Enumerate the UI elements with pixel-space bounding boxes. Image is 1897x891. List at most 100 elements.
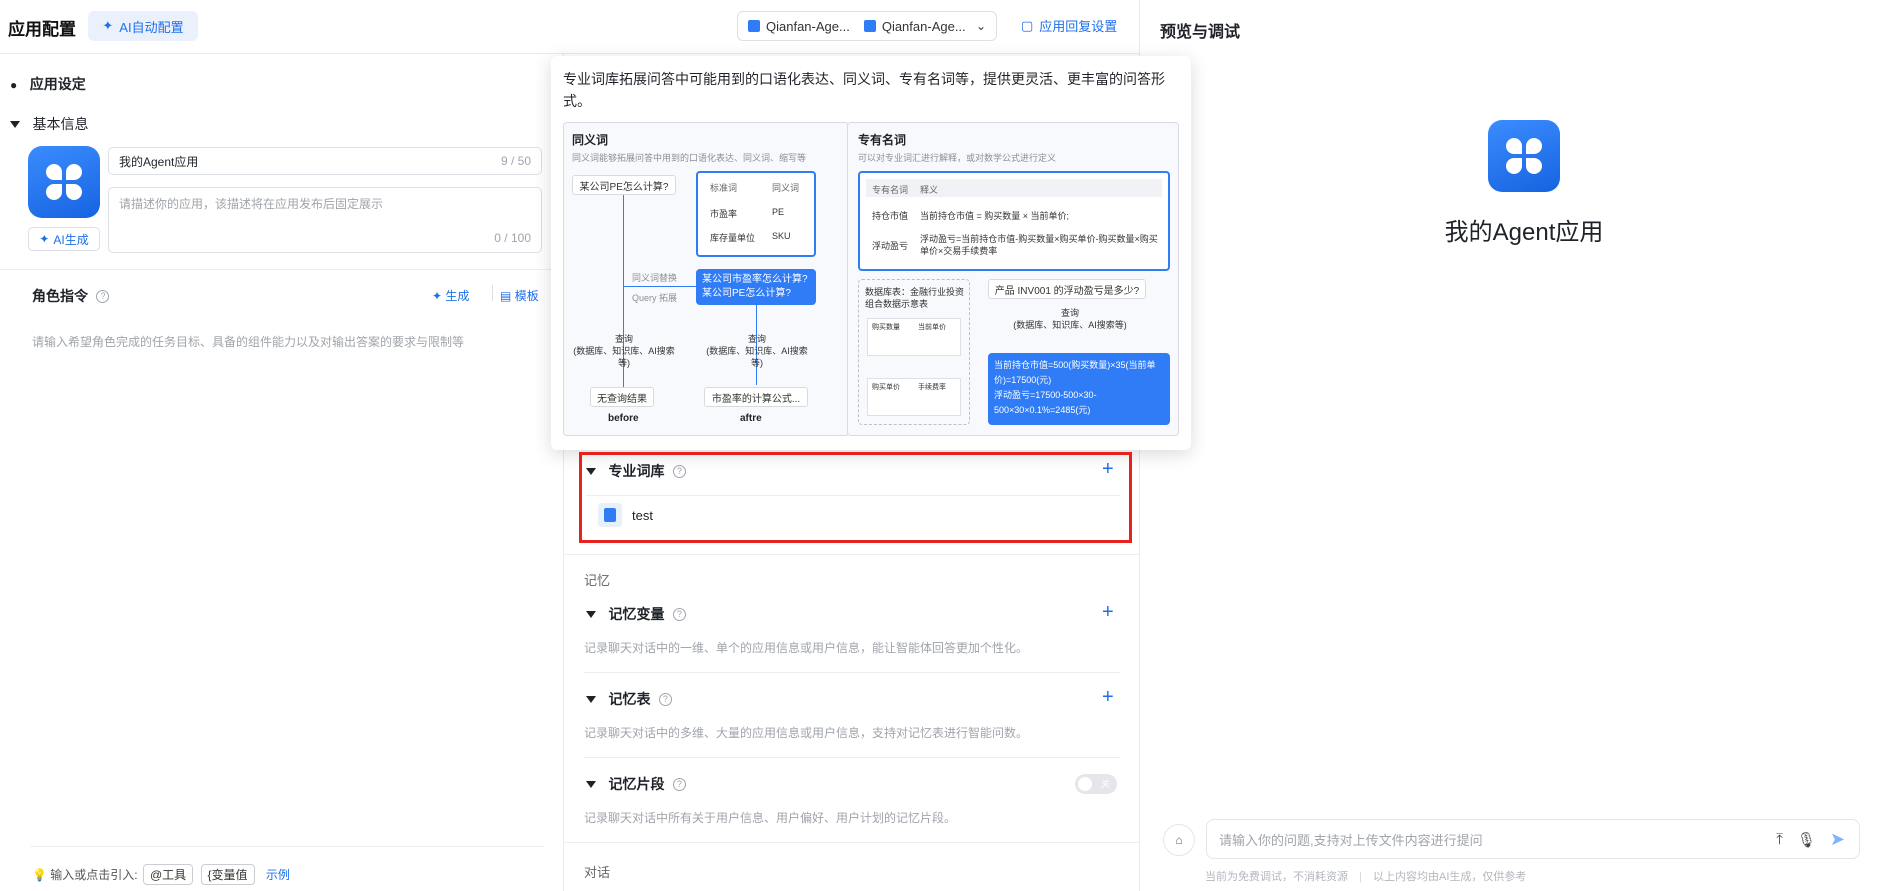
- ai-auto-config-label: AI自动配置: [119, 19, 184, 35]
- sparkle-icon: ✦: [39, 232, 50, 246]
- synonyms-title: 同义词: [572, 133, 609, 147]
- tool-chip[interactable]: @工具: [142, 864, 194, 885]
- collapse-triangle-icon: [586, 696, 596, 704]
- lightbulb-icon: 💡: [32, 868, 47, 882]
- clover-logo-icon: [46, 164, 82, 200]
- memory-snippet-title: 记忆片段: [608, 776, 665, 792]
- memory-variables-header[interactable]: 记忆变量 ?: [586, 604, 686, 624]
- upload-file-icon[interactable]: ⤒: [1776, 831, 1783, 848]
- terms-title: 专有名词: [858, 133, 907, 147]
- flow-line: [623, 286, 697, 287]
- terms-diagram: 专有名词 可以对专业词汇进行解释，或对数学公式进行定义 专有名词 释义 持仓市值…: [847, 122, 1179, 436]
- db-table-box: 数据库表：金融行业投资组合数据示意表 购买数量 当前单价 购买单价 手续费率: [858, 279, 970, 425]
- help-icon[interactable]: ?: [658, 693, 672, 707]
- reply-settings-label: 应用回复设置: [1039, 19, 1118, 34]
- name-char-count: 9 / 50: [500, 154, 531, 168]
- db-table-1: 购买数量 当前单价: [867, 318, 961, 356]
- db-table-2: 购买单价 手续费率: [867, 378, 961, 416]
- template-button[interactable]: ▤ 模板: [500, 287, 539, 304]
- synonyms-row2a: 库存量单位: [710, 233, 756, 243]
- role-instruction-title: 角色指令: [32, 288, 88, 304]
- chat-input-placeholder: 请输入你的问题,支持对上传文件内容进行提问: [1219, 832, 1483, 848]
- ai-generate-avatar-button[interactable]: ✦ AI生成: [28, 227, 100, 251]
- no-result-box: 无查询结果: [590, 387, 654, 407]
- synonyms-row1b: PE: [772, 207, 785, 217]
- model-cube-icon: [863, 20, 876, 32]
- input-hint-label: 输入或点击引入:: [50, 868, 138, 882]
- add-memory-table-icon[interactable]: +: [1102, 687, 1114, 707]
- query-label: 查询: [1060, 308, 1079, 318]
- preview-app-avatar: [1488, 120, 1560, 192]
- terms-row2b: 浮动盈亏=当前持仓市值-购买数量×购买单价-购买数量×购买单价×交易手续费率: [920, 234, 1158, 256]
- synonyms-question-box: 某公司PE怎么计算?: [572, 175, 676, 195]
- db-col: 购买数量: [872, 324, 900, 331]
- microphone-icon[interactable]: 🎙: [1797, 831, 1816, 849]
- synonyms-row1a: 市盈率: [710, 209, 738, 219]
- template-label: 模板: [514, 289, 539, 303]
- terms-col2: 释义: [920, 185, 939, 195]
- db-col: 手续费率: [918, 384, 946, 391]
- memory-snippet-toggle[interactable]: 关: [1075, 774, 1117, 794]
- send-icon[interactable]: ➤: [1830, 829, 1845, 850]
- input-hint-bar: 💡 输入或点击引入: @工具 {变量值 示例: [32, 864, 290, 885]
- description-placeholder: 请描述你的应用，该描述将在应用发布后固定展示: [119, 197, 384, 211]
- basic-info-header[interactable]: 基本信息: [10, 114, 88, 134]
- query-expand-label: Query 拓展: [632, 293, 678, 303]
- page-title: 应用配置: [8, 20, 76, 39]
- query-box-before: 查询 (数据库、知识库、AI搜索等): [572, 333, 676, 369]
- result-box: 市盈率的计算公式...: [704, 387, 808, 407]
- help-icon[interactable]: ?: [96, 290, 110, 304]
- terms-row1b: 当前持仓市值 = 购买数量 × 当前单价;: [920, 211, 1070, 221]
- ai-auto-config-button[interactable]: ✦ AI自动配置: [88, 11, 198, 41]
- role-instruction-placeholder[interactable]: 请输入希望角色完成的任务目标、具备的组件能力以及对输出答案的要求与限制等: [32, 333, 464, 350]
- terms-question-box: 产品 INV001 的浮动盈亏是多少?: [988, 279, 1146, 299]
- query-label: 查询: [614, 334, 633, 344]
- memory-variables-title: 记忆变量: [608, 606, 665, 622]
- app-avatar[interactable]: [28, 146, 100, 218]
- memory-table-title: 记忆表: [608, 691, 651, 707]
- user-icon: ●: [10, 78, 18, 92]
- memory-section-title: 记忆: [584, 573, 611, 588]
- sparkle-icon: ✦: [102, 18, 114, 33]
- example-link[interactable]: 示例: [266, 868, 290, 882]
- basic-info-title: 基本信息: [32, 116, 89, 132]
- model-b-label: Qianfan-Age...: [881, 18, 966, 34]
- add-memory-variable-icon[interactable]: +: [1102, 602, 1114, 622]
- broom-icon: ⌂: [1175, 833, 1183, 847]
- synonyms-col2: 同义词: [772, 183, 800, 193]
- footer-note: 当前为免费调试，不消耗资源 | 以上内容均由AI生成，仅供参考: [1205, 871, 1527, 883]
- toggle-label: 关: [1100, 779, 1110, 789]
- synonyms-table: 标准词 同义词 市盈率 PE 库存量单位 SKU: [696, 171, 816, 257]
- terms-row2a: 浮动盈亏: [872, 241, 909, 251]
- divider: [563, 554, 1139, 555]
- reply-settings-link[interactable]: ▢ 应用回复设置: [1021, 16, 1117, 35]
- ai-generate-label: AI生成: [53, 232, 89, 247]
- memory-snippet-header[interactable]: 记忆片段 ?: [586, 774, 686, 794]
- terms-col1: 专有名词: [872, 185, 909, 195]
- memory-table-header[interactable]: 记忆表 ?: [586, 689, 672, 709]
- app-description-input[interactable]: 请描述你的应用，该描述将在应用发布后固定展示 0 / 100: [108, 187, 542, 253]
- memory-variables-desc: 记录聊天对话中的一维、单个的应用信息或用户信息，能让智能体回答更加个性化。: [584, 641, 1029, 655]
- app-name-input[interactable]: 我的Agent应用 9 / 50: [108, 147, 542, 175]
- chat-input[interactable]: 请输入你的问题,支持对上传文件内容进行提问 ⤒ 🎙 ➤: [1206, 819, 1860, 859]
- divider: [563, 842, 1139, 843]
- synonyms-row2b: SKU: [772, 231, 791, 241]
- clear-chat-button[interactable]: ⌂: [1163, 824, 1195, 856]
- generate-label: 生成: [445, 289, 470, 303]
- generate-instruction-button[interactable]: ✦ 生成: [432, 287, 469, 304]
- variable-chip[interactable]: {变量值: [200, 864, 255, 885]
- divider: [584, 757, 1120, 758]
- dialog-section-title: 对话: [584, 865, 611, 880]
- db-table-label: 数据库表：金融行业投资组合数据示意表: [865, 287, 965, 309]
- memory-table-desc: 记录聊天对话中的多维、大量的应用信息或用户信息，支持对记忆表进行智能问数。: [584, 726, 1029, 740]
- terms-row1a: 持仓市值: [872, 211, 909, 221]
- preview-app-name: 我的Agent应用: [1444, 219, 1604, 246]
- help-icon[interactable]: ?: [672, 608, 686, 622]
- terms-query-box: 查询 (数据库、知识库、AI搜索等): [1000, 307, 1140, 331]
- help-icon[interactable]: ?: [672, 778, 686, 792]
- db-col: 当前单价: [918, 324, 946, 331]
- model-select[interactable]: Qianfan-Age... Qianfan-Age... ⌄: [737, 11, 997, 41]
- sparkle-icon: ✦: [432, 289, 443, 303]
- synonyms-col1: 标准词: [710, 183, 738, 193]
- divider: [0, 269, 562, 270]
